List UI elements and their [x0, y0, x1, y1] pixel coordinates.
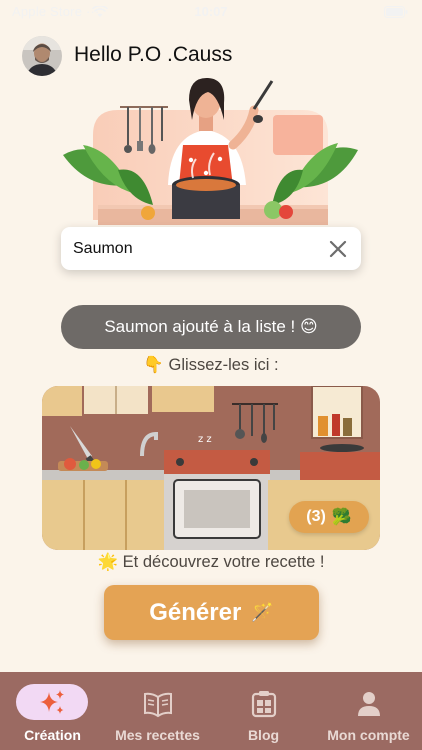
- generate-label: Générer: [149, 598, 242, 626]
- magic-wand-icon: 🪄: [251, 602, 274, 622]
- book-icon: [143, 692, 172, 718]
- user-icon: [357, 692, 380, 716]
- generate-button[interactable]: Générer 🪄: [104, 585, 319, 640]
- broccoli-icon: 🥦: [331, 509, 352, 526]
- chef-illustration: [58, 75, 363, 230]
- toast-message: Saumon ajouté à la liste ! 😊: [61, 305, 361, 349]
- ingredient-count: (3): [306, 508, 326, 525]
- greeting: Hello P.O .Causs: [74, 43, 233, 66]
- tab-mon-compte[interactable]: Mon compte: [316, 672, 421, 750]
- svg-text:z z: z z: [198, 434, 212, 445]
- tab-label: Création: [24, 727, 81, 743]
- tab-blog[interactable]: Blog: [211, 672, 316, 750]
- tab-mes-recettes[interactable]: Mes recettes: [105, 672, 210, 750]
- discover-hint: 🌟 Et découvrez votre recette !: [97, 553, 325, 571]
- ingredient-count-badge[interactable]: (3) 🥦: [289, 501, 369, 533]
- search-input[interactable]: [73, 227, 323, 270]
- newspaper-icon: [251, 691, 276, 718]
- close-icon[interactable]: [329, 240, 347, 258]
- toast-text: Saumon ajouté à la liste ! 😊: [104, 317, 318, 336]
- tab-label: Blog: [247, 727, 280, 743]
- battery-icon: [384, 6, 408, 18]
- drag-hint: 👇 Glissez-les ici :: [143, 356, 279, 374]
- tab-creation[interactable]: Création: [0, 672, 105, 750]
- tab-label: Mon compte: [327, 727, 410, 743]
- avatar[interactable]: [22, 36, 62, 76]
- sparkles-icon: [39, 690, 64, 714]
- tab-bar: Création Mes recettes Blog Mon compte: [0, 672, 422, 750]
- search-field[interactable]: [61, 227, 361, 270]
- tab-label: Mes recettes: [115, 727, 200, 743]
- status-time: 10:07: [194, 4, 228, 19]
- status-bar: Apple Store ··· 10:07: [0, 0, 422, 24]
